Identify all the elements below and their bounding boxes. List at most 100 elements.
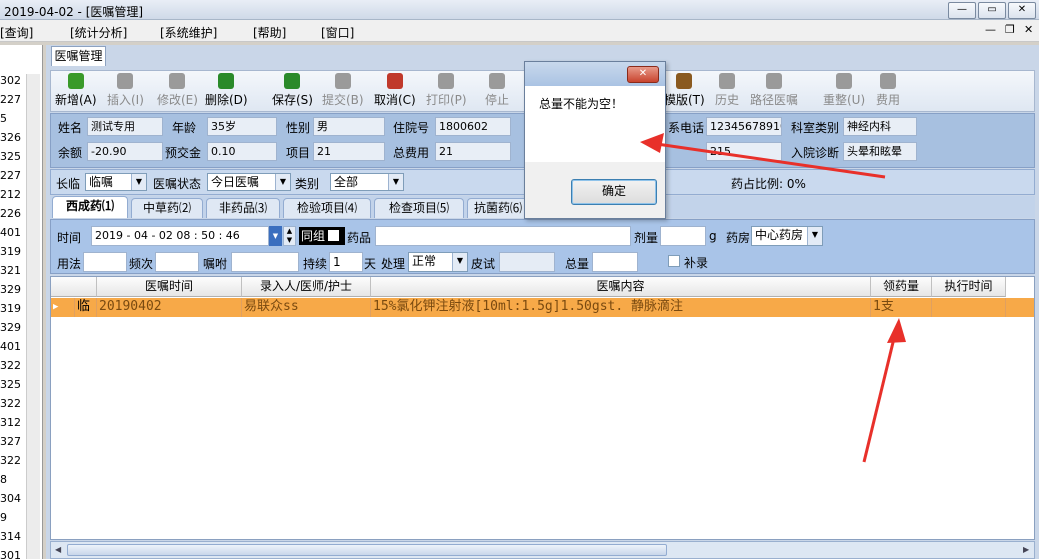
left-list-item[interactable]: 329 xyxy=(0,321,21,335)
date-picker-button[interactable]: ▼ xyxy=(269,226,282,246)
menu-statistics[interactable]: [统计分析] xyxy=(70,24,127,41)
inpatient-field: 1800602 xyxy=(435,117,511,136)
left-list-item[interactable]: 302 xyxy=(0,74,21,88)
left-list-item[interactable]: 212 xyxy=(0,188,21,202)
menu-query[interactable]: [查询] xyxy=(0,24,33,41)
left-list-item[interactable]: 326 xyxy=(0,131,21,145)
chevron-down-icon: ▼ xyxy=(452,253,467,271)
cell-order-content: 15%氯化钾注射液[10ml:1.5g]1.50gst. 静脉滴注 xyxy=(371,298,871,317)
left-list-item[interactable]: 301 xyxy=(0,549,21,559)
quantity-input[interactable] xyxy=(592,252,638,272)
left-list-item[interactable]: 322 xyxy=(0,359,21,373)
dose-input[interactable] xyxy=(660,226,706,246)
toolbar-button-9[interactable]: 模版(T) xyxy=(664,73,705,108)
left-list-item[interactable]: 319 xyxy=(0,245,21,259)
same-group-checkbox[interactable]: 同组 xyxy=(299,227,345,245)
scroll-right-icon[interactable]: ▶ xyxy=(1023,545,1031,555)
left-list-item[interactable]: 8 xyxy=(0,473,7,487)
col-entered-by[interactable]: 录入人/医师/护士 xyxy=(242,277,371,297)
tab-examinations[interactable]: 检查项目⑸ xyxy=(374,198,464,218)
toolbar-button-6[interactable]: 取消(C) xyxy=(374,73,416,108)
name-label: 姓名 xyxy=(58,121,83,135)
skin-test-input[interactable] xyxy=(499,252,555,272)
left-list-item[interactable]: 327 xyxy=(0,435,21,449)
col-order-time[interactable]: 医嘱时间 xyxy=(97,277,242,297)
tab-lab-tests[interactable]: 检验项目⑷ xyxy=(283,198,371,218)
left-list-item[interactable]: 314 xyxy=(0,530,21,544)
left-list-item[interactable]: 9 xyxy=(0,511,7,525)
toolbar-button-8[interactable]: 停止 xyxy=(485,73,509,108)
left-list-item[interactable]: 329 xyxy=(0,283,21,297)
col-dispense-qty[interactable]: 领药量 xyxy=(871,277,932,297)
supplement-checkbox[interactable] xyxy=(668,255,680,267)
toolbar-button-label: 历史 xyxy=(715,93,740,107)
left-list-item[interactable]: 227 xyxy=(0,169,21,183)
horizontal-scrollbar[interactable]: ◀ ▶ xyxy=(50,541,1035,559)
col-exec-time[interactable]: 执行时间 xyxy=(932,277,1006,297)
left-list-item[interactable]: 401 xyxy=(0,340,21,354)
left-list-item[interactable]: 321 xyxy=(0,264,21,278)
left-list-item[interactable]: 319 xyxy=(0,302,21,316)
order-status-select[interactable]: 今日医嘱 ▼ xyxy=(207,173,291,191)
left-list-item[interactable]: 226 xyxy=(0,207,21,221)
mdi-minimize-icon[interactable]: — xyxy=(985,23,996,36)
left-list-item[interactable]: 325 xyxy=(0,378,21,392)
toolbar-button-4[interactable]: 保存(S) xyxy=(272,73,313,108)
left-scrollbar[interactable] xyxy=(26,74,40,559)
toolbar-button-12[interactable]: 重整(U) xyxy=(823,73,865,108)
tab-antibiotics[interactable]: 抗菌药⑹ xyxy=(467,198,529,218)
scroll-thumb[interactable] xyxy=(67,544,667,556)
col-order-content[interactable]: 医嘱内容 xyxy=(371,277,871,297)
dialog-ok-button[interactable]: 确定 xyxy=(571,179,657,205)
long-temp-select[interactable]: 临嘱 ▼ xyxy=(85,173,147,191)
left-list-item[interactable]: 312 xyxy=(0,416,21,430)
left-list-item[interactable]: 5 xyxy=(0,112,7,126)
toolbar-button-11[interactable]: 路径医嘱 xyxy=(750,73,798,108)
handle-label: 处理 xyxy=(381,257,406,271)
menu-window[interactable]: [窗口] xyxy=(321,24,354,41)
toolbar-button-1[interactable]: 插入(I) xyxy=(107,73,144,108)
toolbar-button-13[interactable]: 费用 xyxy=(876,73,900,108)
left-list-item[interactable]: 322 xyxy=(0,454,21,468)
diagnosis-label: 入院诊断 xyxy=(791,146,840,160)
dialog-close-button[interactable]: ✕ xyxy=(627,66,659,83)
total-field: 21 xyxy=(435,142,511,161)
time-input[interactable]: 2019 - 04 - 02 08 : 50 : 46 xyxy=(91,226,269,246)
toolbar-button-0[interactable]: 新增(A) xyxy=(55,73,97,108)
handle-select[interactable]: 正常 ▼ xyxy=(408,252,468,272)
tab-non-drug[interactable]: 非药品⑶ xyxy=(206,198,280,218)
left-list-item[interactable]: 401 xyxy=(0,226,21,240)
tab-order-management[interactable]: 医嘱管理 xyxy=(51,46,106,66)
time-spinner[interactable]: ▲ ▼ xyxy=(283,226,296,246)
left-list-item[interactable]: 304 xyxy=(0,492,21,506)
tab-herbal-medicine[interactable]: 中草药⑵ xyxy=(131,198,203,218)
frequency-input[interactable] xyxy=(155,252,199,272)
table-row[interactable]: ▶ 临 20190402 易联众ss 15%氯化钾注射液[10ml:1.5g]1… xyxy=(51,298,1034,317)
duration-input[interactable]: 1 xyxy=(329,252,363,272)
mdi-close-icon[interactable]: ✕ xyxy=(1024,23,1033,36)
left-list-item[interactable]: 322 xyxy=(0,397,21,411)
toolbar-button-2[interactable]: 修改(E) xyxy=(157,73,198,108)
toolbar-button-7[interactable]: 打印(P) xyxy=(426,73,467,108)
instruction-input[interactable] xyxy=(231,252,299,272)
toolbar-button-10[interactable]: 历史 xyxy=(715,73,739,108)
drug-input[interactable] xyxy=(375,226,631,246)
left-list-item[interactable]: 325 xyxy=(0,150,21,164)
close-button[interactable]: ✕ xyxy=(1008,2,1036,19)
usage-input[interactable] xyxy=(83,252,127,272)
cell-dispense-qty: 1支 xyxy=(871,298,932,317)
pharmacy-select[interactable]: 中心药房 ▼ xyxy=(751,226,823,246)
scroll-left-icon[interactable]: ◀ xyxy=(55,545,63,555)
tab-western-medicine[interactable]: 西成药⑴ xyxy=(52,196,128,218)
menu-help[interactable]: [帮助] xyxy=(253,24,286,41)
toolbar-button-3[interactable]: 删除(D) xyxy=(205,73,248,108)
category-select[interactable]: 全部 ▼ xyxy=(330,173,404,191)
toolbar-button-5[interactable]: 提交(B) xyxy=(322,73,364,108)
toolbar-button-label: 删除(D) xyxy=(205,93,248,107)
left-list-item[interactable]: 227 xyxy=(0,93,21,107)
menu-maintenance[interactable]: [系统维护] xyxy=(160,24,217,41)
mdi-restore-icon[interactable]: ❐ xyxy=(1005,23,1015,36)
toolbar-button-label: 保存(S) xyxy=(272,93,313,107)
minimize-button[interactable]: — xyxy=(948,2,976,19)
restore-button[interactable]: ▭ xyxy=(978,2,1006,19)
